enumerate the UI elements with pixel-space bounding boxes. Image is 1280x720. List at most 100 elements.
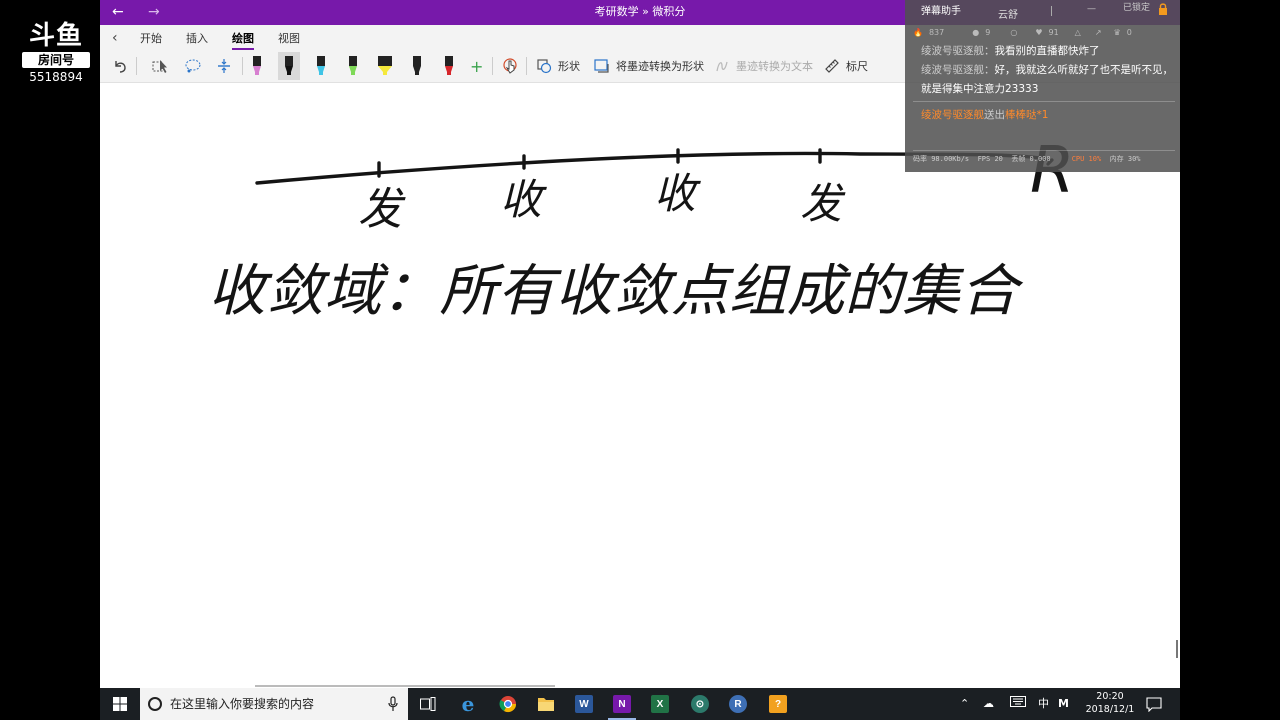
danmu-text: 我看别的直播都快炸了	[994, 45, 1100, 57]
insert-space-icon	[218, 59, 230, 73]
tick-label-convergent: 收	[500, 175, 547, 224]
insert-space-button[interactable]	[216, 55, 232, 77]
room-label: 房间号	[22, 52, 90, 68]
danmu-cloud-label: 云舒	[998, 10, 1018, 21]
tick-label-divergent: 发	[358, 184, 406, 235]
ink-to-shape-label: 将墨迹转换为形状	[616, 60, 704, 73]
pen-tool[interactable]	[278, 52, 300, 80]
definition-sentence: 收敛域：所有收敛点组成的集合	[208, 259, 1024, 324]
danmu-title: 弹幕助手	[921, 6, 961, 17]
minimize-icon[interactable]: —	[1087, 4, 1096, 14]
user-icon: ●	[972, 28, 980, 37]
danmu-header: 弹幕助手 云舒 — 已锁定	[905, 0, 1180, 21]
perf-fps: FPS 20	[977, 155, 1003, 163]
ruler-icon	[825, 59, 839, 73]
danmu-assistant-panel: 弹幕助手 云舒 — 已锁定 🔥 837 ● 9 ○ ♥ 91 △ ↗ ♛ 0 绫波号驱逐…	[905, 0, 1180, 172]
shapes-button[interactable]: 形状	[536, 55, 580, 77]
stat-value: 91	[1048, 28, 1059, 37]
taskbar-app-onenote[interactable]: N	[604, 688, 640, 720]
taskbar-app-edge[interactable]: e	[450, 688, 486, 720]
lasso-select-button[interactable]	[184, 55, 202, 77]
tab-home[interactable]: 开始	[140, 32, 162, 46]
taskbar-app-chrome[interactable]	[490, 688, 526, 720]
undo-button[interactable]	[112, 55, 128, 77]
pen-tool[interactable]	[246, 52, 268, 80]
lock-icon[interactable]	[1158, 0, 1168, 15]
tab-insert[interactable]: 插入	[186, 32, 208, 46]
tick-label-convergent: 收	[654, 169, 701, 218]
clock-time: 20:20	[1096, 691, 1124, 702]
tab-draw[interactable]: 绘图	[232, 32, 254, 50]
type-select-button[interactable]	[152, 55, 170, 77]
gift-action: 送出	[984, 109, 1005, 121]
danmu-divider	[913, 150, 1175, 151]
gift-username: 绫波号驱逐舰	[921, 109, 984, 121]
add-pen-button[interactable]: +	[470, 55, 483, 77]
pen-tool[interactable]	[438, 52, 460, 80]
lasso-icon	[185, 59, 201, 73]
search-icon[interactable]: ○	[1010, 28, 1017, 37]
pen-tool[interactable]	[406, 52, 428, 80]
taskbar-app-word[interactable]: W	[566, 688, 602, 720]
taskbar-search-box[interactable]: 在这里输入你要搜索的内容	[140, 688, 408, 720]
touch-draw-icon	[503, 58, 517, 74]
danmu-message: 绫波号驱逐舰：我看别的直播都快炸了	[921, 45, 1100, 57]
bell-icon: △	[1074, 28, 1081, 37]
gift-message: 绫波号驱逐舰送出棒棒哒*1	[921, 106, 1048, 124]
touch-draw-button[interactable]	[502, 55, 518, 77]
ink-canvas[interactable]: 发 收 收 发 R 收敛域：所有收敛点组成的集合	[100, 84, 1180, 688]
keyboard-icon[interactable]	[1010, 696, 1026, 712]
danmu-username: 绫波号驱逐舰	[921, 45, 984, 57]
pen-tool[interactable]	[342, 52, 364, 80]
douyu-watermark: 斗鱼 房间号 5518894	[18, 22, 94, 85]
taskbar-app-app-game[interactable]: ?	[760, 688, 796, 720]
tab-view[interactable]: 视图	[278, 32, 300, 46]
danmu-stats: 🔥 837 ● 9 ○ ♥ 91 △ ↗ ♛ 0	[913, 28, 1175, 37]
ruler-button[interactable]: 标尺	[824, 55, 868, 77]
taskbar-app-app-r[interactable]: R	[720, 688, 756, 720]
screen: 斗鱼 房间号 5518894 ← → 考研数学 » 微积分 ‹ 开始 插入 绘图…	[0, 0, 1280, 720]
perf-mem: 内存 30%	[1109, 155, 1141, 163]
select-cursor-icon	[152, 60, 167, 73]
perf-bitrate: 码率 98.00Kb/s	[913, 155, 970, 163]
start-button[interactable]	[100, 688, 140, 720]
tick-label-divergent: 发	[800, 179, 846, 228]
fire-icon: 🔥	[913, 28, 923, 37]
system-clock[interactable]: 20:20 2018/12/1	[1082, 690, 1138, 716]
taskbar-app-app-generic[interactable]: ⊙	[682, 688, 718, 720]
tray-expand-icon[interactable]: ⌃	[960, 696, 969, 712]
douyu-logo: 斗鱼	[28, 21, 83, 51]
clock-date: 2018/12/1	[1085, 704, 1135, 715]
windows-logo-icon	[113, 697, 127, 711]
taskbar-app-task-view[interactable]	[410, 688, 446, 720]
danmu-divider	[913, 101, 1175, 102]
ink-to-text-label: 墨迹转换为文本	[736, 60, 813, 73]
ime-indicator[interactable]: 中	[1038, 696, 1049, 712]
room-number: 5518894	[29, 70, 83, 84]
ink-to-text-icon	[716, 61, 728, 72]
stat-value: 0	[1126, 28, 1132, 37]
ink-to-shape-button[interactable]: 将墨迹转换为形状	[594, 55, 704, 77]
share-icon: ↗	[1094, 28, 1102, 37]
search-placeholder: 在这里输入你要搜索的内容	[170, 697, 315, 711]
shapes-label: 形状	[558, 60, 580, 73]
vertical-scrollbar[interactable]	[1176, 640, 1178, 658]
taskbar-app-explorer[interactable]	[528, 688, 564, 720]
pen-tool[interactable]	[374, 52, 396, 80]
ribbon-back-chevron-icon[interactable]: ‹	[112, 30, 118, 46]
cortana-icon	[148, 697, 162, 711]
lock-status: 已锁定	[1123, 3, 1151, 13]
action-center-icon[interactable]	[1146, 696, 1162, 716]
horizontal-scrollbar[interactable]	[255, 685, 555, 687]
danmu-username: 绫波号驱逐舰	[921, 64, 984, 76]
undo-icon	[115, 61, 126, 73]
pen-tool[interactable]	[310, 52, 332, 80]
heart-icon: ♥	[1035, 28, 1043, 37]
perf-dropped: 丢帧 0.000	[1011, 155, 1051, 163]
danmu-message: 绫波号驱逐舰：好，我就这么听就好了也不是听不见，就是得集中注意力23333	[921, 64, 1173, 95]
microphone-icon[interactable]	[388, 696, 398, 712]
ime-mode-indicator[interactable]: M	[1058, 696, 1069, 712]
ink-to-text-button[interactable]: 墨迹转换为文本	[714, 55, 813, 77]
onedrive-icon[interactable]: ☁	[983, 696, 994, 712]
taskbar-app-excel[interactable]: X	[642, 688, 678, 720]
